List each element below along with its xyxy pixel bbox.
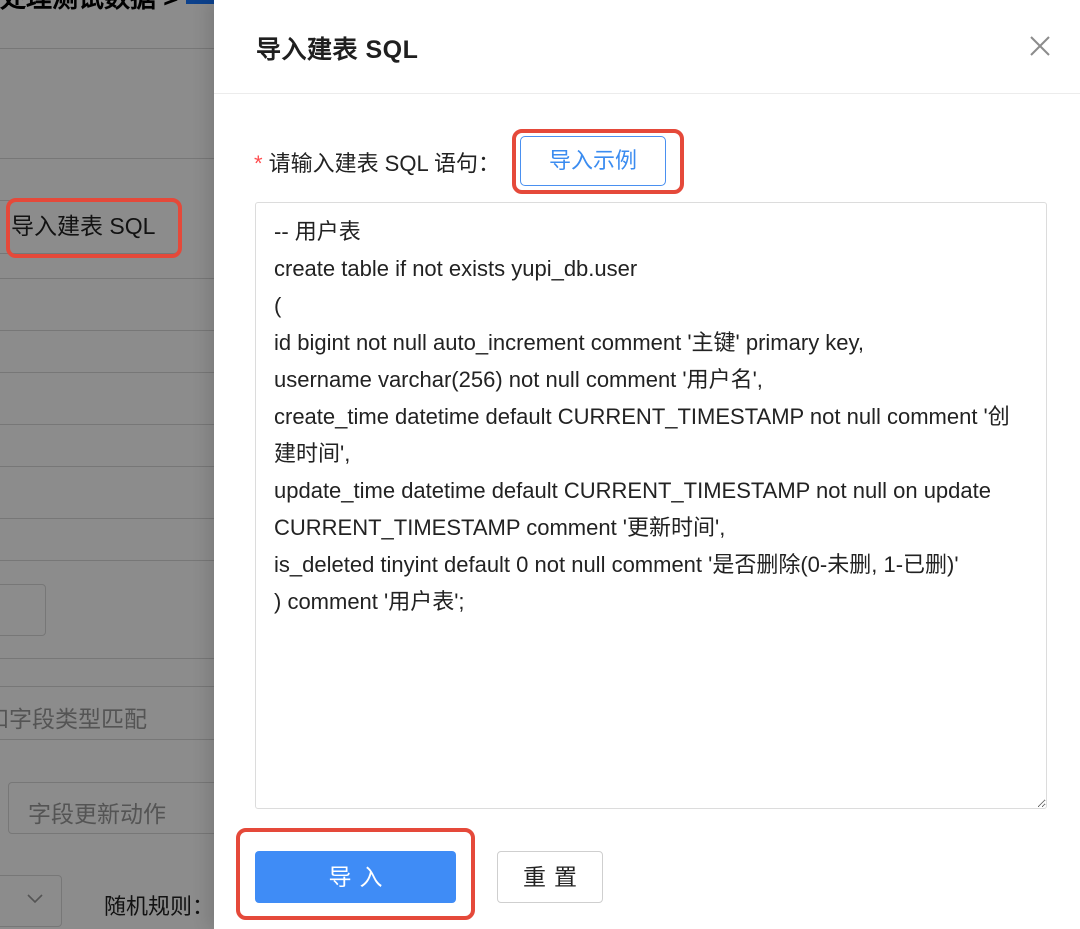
import-sql-drawer: 导入建表 SQL * 请输入建表 SQL 语句： 导入示例 -- 用户表 crea… (214, 0, 1080, 929)
close-icon[interactable] (1026, 32, 1054, 60)
sql-textarea[interactable]: -- 用户表 create table if not exists yupi_d… (255, 202, 1047, 809)
import-button[interactable]: 导入 (255, 851, 456, 903)
sql-label-text: 请输入建表 SQL 语句： (268, 151, 500, 176)
drawer-header: 导入建表 SQL (214, 0, 1080, 94)
import-example-button[interactable]: 导入示例 (520, 136, 666, 186)
sql-form-label: * 请输入建表 SQL 语句： (254, 146, 500, 178)
reset-button[interactable]: 重置 (497, 851, 603, 903)
required-mark: * (254, 151, 263, 176)
drawer-title: 导入建表 SQL (256, 36, 419, 64)
